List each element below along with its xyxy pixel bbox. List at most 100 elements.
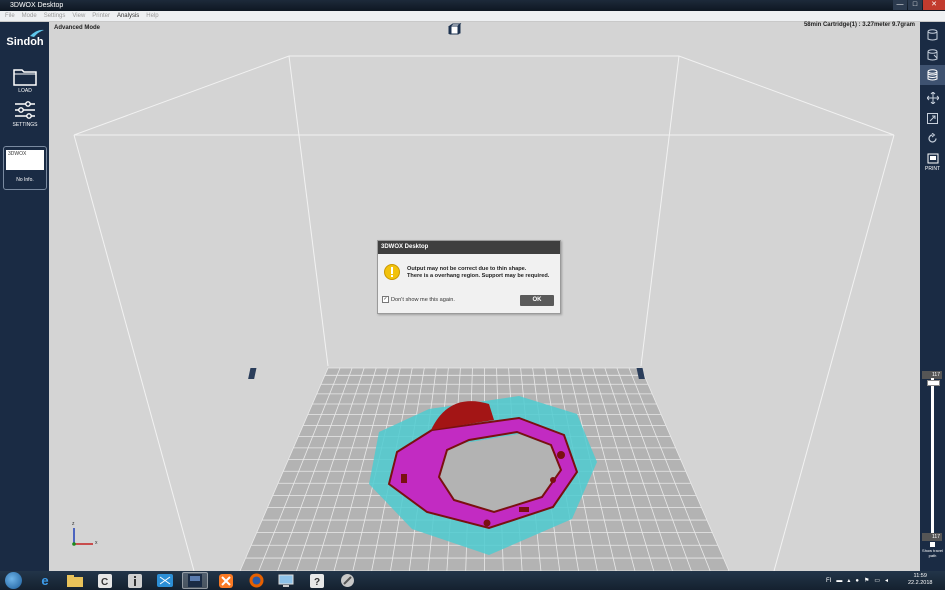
warning-dialog: 3DWOX Desktop Output may not be correct … bbox=[377, 240, 561, 314]
menu-view[interactable]: View bbox=[72, 11, 85, 21]
dont-show-checkbox[interactable]: ✓ bbox=[382, 296, 389, 303]
ok-button[interactable]: OK bbox=[520, 295, 554, 306]
cylinder-icon bbox=[927, 29, 938, 41]
printer-icon bbox=[927, 153, 938, 164]
menu-help[interactable]: Help bbox=[146, 11, 158, 21]
menu-mode[interactable]: Mode bbox=[22, 11, 37, 21]
dialog-message-line1: Output may not be correct due to thin sh… bbox=[407, 266, 527, 272]
layers-icon bbox=[927, 69, 938, 81]
maximize-button[interactable]: □ bbox=[908, 0, 922, 10]
dialog-title: 3DWOX Desktop bbox=[378, 241, 560, 254]
dialog-message: Output may not be correct due to thin sh… bbox=[407, 266, 549, 280]
load-button[interactable]: LOAD bbox=[9, 68, 41, 94]
internet-explorer-icon[interactable]: e bbox=[32, 572, 58, 589]
start-button[interactable] bbox=[5, 572, 22, 589]
printer-card[interactable]: 3DWOX No Info. bbox=[3, 146, 47, 190]
load-label: LOAD bbox=[18, 88, 32, 94]
network-glyph-icon bbox=[157, 574, 173, 587]
dialog-message-line2: There is a overhang region. Support may … bbox=[407, 273, 550, 279]
3dwox-taskbar-app[interactable] bbox=[182, 572, 208, 589]
tool-model[interactable] bbox=[925, 28, 940, 42]
firefox-icon[interactable] bbox=[243, 572, 269, 589]
folder-icon bbox=[13, 69, 37, 86]
printer-info: No Info. bbox=[16, 177, 34, 183]
tray-flag-icon[interactable]: ⚑ bbox=[864, 577, 869, 584]
tray-app-icon[interactable]: ● bbox=[855, 578, 859, 584]
window-title: 3DWOX Desktop bbox=[10, 2, 64, 9]
xampp-icon[interactable] bbox=[213, 572, 239, 589]
close-button[interactable]: ✕ bbox=[923, 0, 945, 10]
axis-x-label: x bbox=[95, 540, 98, 546]
info-glyph-icon bbox=[128, 573, 142, 588]
tools-glyph-icon bbox=[340, 574, 354, 587]
support-icon bbox=[927, 49, 938, 61]
monitor-icon bbox=[278, 574, 294, 587]
app-c-glyph-icon: C bbox=[98, 573, 112, 588]
window-controls: — □ ✕ bbox=[892, 0, 945, 10]
help-glyph-icon: ? bbox=[310, 573, 324, 588]
settings-label: SETTINGS bbox=[12, 122, 38, 128]
layer-bottom-value: 117 bbox=[922, 533, 942, 541]
menu-bar: File Mode Settings View Printer Analysis… bbox=[0, 11, 945, 22]
tool-rotate[interactable] bbox=[925, 131, 940, 145]
folder-taskbar-icon bbox=[67, 574, 83, 587]
clock-date: 22.2.2018 bbox=[908, 580, 933, 586]
dont-show-again[interactable]: ✓ Don't show me this again. bbox=[382, 296, 455, 303]
svg-text:?: ? bbox=[314, 577, 320, 588]
menu-settings[interactable]: Settings bbox=[44, 11, 66, 21]
help-app-icon[interactable]: ? bbox=[304, 572, 330, 589]
clock-time: 11:59 bbox=[913, 573, 927, 579]
menu-analysis[interactable]: Analysis bbox=[117, 11, 139, 21]
sliders-icon bbox=[15, 101, 35, 119]
axis-z-label: z bbox=[72, 521, 75, 527]
scale-icon bbox=[927, 112, 938, 124]
right-toolbar: PRINT 117 117 Show travel path bbox=[920, 22, 945, 571]
tray-chevron-up-icon[interactable]: ▴ bbox=[847, 577, 850, 584]
logo-swoosh-icon bbox=[30, 29, 44, 37]
3dwox-app-icon bbox=[188, 574, 202, 587]
sindoh-logo: Sindoh bbox=[4, 29, 46, 48]
system-tray: FI ▬ ▴ ● ⚑ ▭ ◂ bbox=[826, 571, 893, 590]
tool-move[interactable] bbox=[925, 91, 940, 105]
tool-layer-view[interactable] bbox=[920, 65, 945, 85]
taskbar: e C ? FI ▬ ▴ ● ⚑ ▭ ◂ 11:59 22.2.2018 bbox=[0, 571, 945, 590]
menu-printer[interactable]: Printer bbox=[92, 11, 110, 21]
travel-path-label: Show travel path bbox=[922, 548, 943, 558]
tool-support[interactable] bbox=[925, 48, 940, 62]
tray-keyboard-icon[interactable]: ▬ bbox=[836, 578, 842, 584]
remote-app-icon[interactable] bbox=[273, 572, 299, 589]
mode-label: Advanced Mode bbox=[54, 25, 101, 31]
title-bar: 3DWOX Desktop — □ ✕ bbox=[0, 0, 945, 11]
menu-file[interactable]: File bbox=[5, 11, 15, 21]
travel-path-checkbox[interactable] bbox=[930, 542, 935, 547]
move-icon bbox=[926, 92, 939, 104]
network-app-icon[interactable] bbox=[152, 572, 178, 589]
tray-language[interactable]: FI bbox=[826, 578, 831, 584]
minimize-button[interactable]: — bbox=[893, 0, 907, 10]
tools-app-icon[interactable] bbox=[334, 572, 360, 589]
show-travel-path[interactable]: Show travel path bbox=[921, 542, 944, 558]
warning-icon bbox=[384, 264, 400, 280]
layer-slider-handle[interactable] bbox=[927, 380, 940, 386]
view-right-icon[interactable] bbox=[448, 23, 462, 35]
info-app-icon[interactable] bbox=[122, 572, 148, 589]
tool-scale[interactable] bbox=[925, 111, 940, 125]
settings-button[interactable]: SETTINGS bbox=[9, 100, 41, 128]
left-sidebar: Sindoh LOAD SETTINGS 3DWOX No Info. bbox=[0, 22, 49, 571]
firefox-glyph-icon bbox=[249, 573, 263, 588]
tray-volume-icon[interactable]: ◂ bbox=[885, 577, 888, 584]
dont-show-label: Don't show me this again. bbox=[391, 296, 455, 303]
clock[interactable]: 11:59 22.2.2018 bbox=[908, 573, 932, 587]
print-estimate-status: 58min Cartridge(1) : 3.27meter 9.7gram bbox=[803, 22, 915, 28]
svg-text:C: C bbox=[101, 577, 108, 588]
file-explorer-icon[interactable] bbox=[62, 572, 88, 589]
layer-slider-track[interactable] bbox=[931, 378, 934, 538]
app-c-icon[interactable]: C bbox=[92, 572, 118, 589]
tray-network-icon[interactable]: ▭ bbox=[874, 577, 880, 584]
brand-name: Sindoh bbox=[6, 36, 44, 48]
print-label: PRINT bbox=[925, 166, 940, 172]
print-button[interactable]: PRINT bbox=[922, 153, 943, 172]
xampp-glyph-icon bbox=[219, 573, 233, 588]
printer-name: 3DWOX bbox=[6, 150, 44, 170]
rotate-icon bbox=[928, 132, 937, 143]
